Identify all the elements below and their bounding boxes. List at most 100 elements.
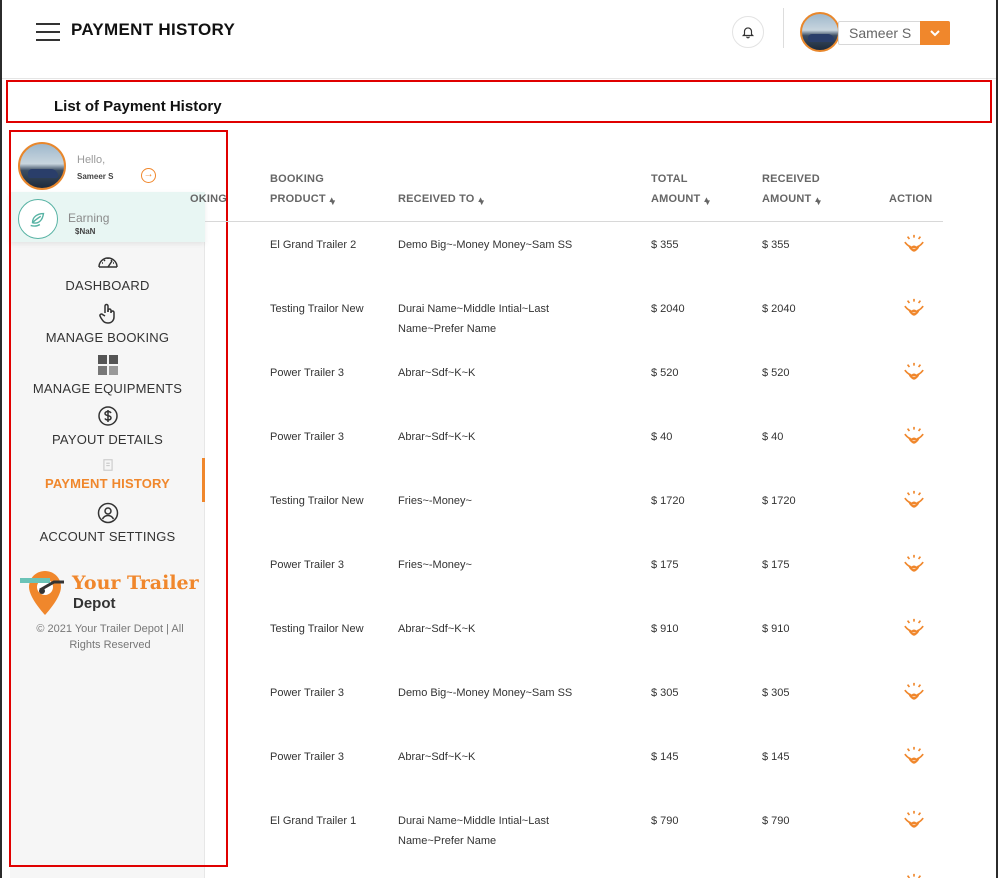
grid-icon <box>97 355 118 375</box>
sidebar-item-account-settings[interactable]: ACCOUNT SETTINGS <box>10 501 205 544</box>
sidebar-item-manage-booking[interactable]: MANAGE BOOKING <box>10 302 205 345</box>
column-header-line1 <box>190 169 227 189</box>
column-header-label: PRODUCT <box>270 193 326 205</box>
column-header[interactable]: RECEIVED AMOUNT ▲▼ <box>762 169 830 210</box>
received-to-line: Fries~-Money~ <box>398 495 472 507</box>
trailer-pin-logo-icon <box>20 571 64 615</box>
dollar-circle-icon <box>97 406 118 426</box>
column-header-label: AMOUNT <box>651 193 701 205</box>
brand-logo[interactable]: Your Trailer Depot <box>20 568 200 618</box>
page-title: PAYMENT HISTORY <box>71 20 236 39</box>
active-indicator <box>202 458 205 502</box>
earning-card: Earning $NaN <box>10 192 205 242</box>
sidebar-item-label: PAYOUT DETAILS <box>52 432 163 447</box>
received-amount-cell: $ 175 <box>762 559 790 571</box>
received-to-cell: Demo Big~-Money Money~Sam SS <box>398 235 598 255</box>
total-amount-cell: $ 40 <box>651 431 673 443</box>
received-amount-cell: $ 520 <box>762 367 790 379</box>
header-separator <box>2 78 996 79</box>
receipt-icon <box>102 459 113 471</box>
speedometer-icon <box>97 257 118 268</box>
booking-product-cell: Power Trailer 3 <box>270 751 344 763</box>
booking-product-cell: El Grand Trailer 1 <box>270 815 357 827</box>
sidebar-item-payout-details[interactable]: PAYOUT DETAILS <box>10 404 205 447</box>
received-amount-cell: $ 40 <box>762 431 784 443</box>
earning-label: Earning <box>68 211 110 225</box>
booking-product-cell: Testing Trailor New <box>270 495 364 507</box>
sort-icon[interactable]: ▲▼ <box>477 195 493 207</box>
received-to-line: Demo Big~-Money Money~Sam SS <box>398 687 573 699</box>
eye-view-icon[interactable] <box>903 297 925 319</box>
eye-view-icon[interactable] <box>903 745 925 767</box>
column-header-label: RECEIVED TO <box>398 193 475 205</box>
received-to-line: Fries~-Money~ <box>398 559 472 571</box>
received-to-cell: Abrar~Sdf~K~K <box>398 619 598 639</box>
sidebar-item-payment-history[interactable]: PAYMENT HISTORY <box>10 458 205 491</box>
booking-product-cell: Power Trailer 3 <box>270 367 344 379</box>
column-header-label: AMOUNT <box>762 193 812 205</box>
column-header: OKING <box>190 169 227 209</box>
booking-product-cell: El Grand Trailer 2 <box>270 239 357 251</box>
section-heading: List of Payment History <box>6 80 992 123</box>
received-amount-cell: $ 2040 <box>762 303 796 315</box>
sidebar-item-dashboard[interactable]: DASHBOARD <box>10 250 205 293</box>
column-header: ACTION <box>889 169 932 209</box>
column-header[interactable]: BOOKING PRODUCT ▲▼ <box>270 169 344 210</box>
received-amount-cell: $ 305 <box>762 687 790 699</box>
logo-text-line1: Your Trailer <box>72 572 199 594</box>
booking-product-cell: Power Trailer 3 <box>270 559 344 571</box>
sort-icon[interactable]: ▲▼ <box>702 195 718 207</box>
total-amount-cell: $ 175 <box>651 559 679 571</box>
received-to-line: Abrar~Sdf~K~K <box>398 431 476 443</box>
eye-view-icon[interactable] <box>903 233 925 255</box>
arrow-right-circle-icon[interactable]: → <box>141 168 156 183</box>
sidebar-item-label: MANAGE BOOKING <box>45 330 170 345</box>
received-to-cell: Abrar~Sdf~K~K <box>398 427 598 447</box>
profile-card: Hello, Sameer S → <box>10 132 205 192</box>
column-header-label: OKING <box>190 193 228 205</box>
profile-name: Sameer S <box>77 172 114 181</box>
column-header[interactable]: RECEIVED TO ▲▼ <box>398 169 493 210</box>
received-to-cell: Abrar~Sdf~K~K <box>398 363 598 383</box>
eye-view-icon[interactable] <box>903 617 925 639</box>
eye-view-icon[interactable] <box>903 361 925 383</box>
eye-view-icon[interactable] <box>903 489 925 511</box>
eye-view-icon[interactable] <box>903 425 925 447</box>
sidebar: Hello, Sameer S → Earning $NaN DASHBOARD… <box>10 132 205 878</box>
column-header-line1: BOOKING <box>270 173 324 185</box>
received-amount-cell: $ 790 <box>762 815 790 827</box>
total-amount-cell: $ 305 <box>651 687 679 699</box>
eye-view-icon[interactable] <box>903 553 925 575</box>
sort-icon[interactable]: ▲▼ <box>813 195 829 207</box>
greeting-text: Hello, <box>77 154 106 166</box>
column-header-label: ACTION <box>889 193 933 205</box>
received-to-cell: Durai Name~Middle Intial~Last Name~Prefer… <box>398 299 598 339</box>
menu-toggle-icon[interactable] <box>36 22 60 42</box>
top-header: PAYMENT HISTORY Sameer S <box>2 0 996 76</box>
column-header-line1: RECEIVED <box>762 173 820 185</box>
section-title: List of Payment History <box>54 98 222 115</box>
total-amount-cell: $ 145 <box>651 751 679 763</box>
eye-view-icon[interactable] <box>903 681 925 703</box>
total-amount-cell: $ 520 <box>651 367 679 379</box>
total-amount-cell: $ 1720 <box>651 495 685 507</box>
received-to-line: Abrar~Sdf~K~K <box>398 751 476 763</box>
user-avatar[interactable] <box>800 12 840 52</box>
booking-product-cell: Testing Trailor New <box>270 623 364 635</box>
sort-icon[interactable]: ▲▼ <box>328 195 344 207</box>
user-menu-dropdown[interactable]: Sameer S <box>838 21 950 45</box>
eye-view-icon[interactable] <box>903 872 925 878</box>
chevron-down-icon[interactable] <box>920 21 950 45</box>
received-to-line: Abrar~Sdf~K~K <box>398 623 476 635</box>
sidebar-item-label: DASHBOARD <box>65 278 150 293</box>
sidebar-item-manage-equipments[interactable]: MANAGE EQUIPMENTS <box>10 353 205 396</box>
eye-view-icon[interactable] <box>903 809 925 831</box>
sidebar-item-label: ACCOUNT SETTINGS <box>39 529 176 544</box>
notification-bell-icon[interactable] <box>732 16 764 48</box>
column-header[interactable]: TOTAL AMOUNT ▲▼ <box>651 169 719 210</box>
booking-product-cell: Testing Trailor New <box>270 303 364 315</box>
booking-product-cell: Power Trailer 3 <box>270 687 344 699</box>
sidebar-item-label: MANAGE EQUIPMENTS <box>32 381 183 396</box>
window-border-left <box>0 0 2 878</box>
total-amount-cell: $ 355 <box>651 239 679 251</box>
